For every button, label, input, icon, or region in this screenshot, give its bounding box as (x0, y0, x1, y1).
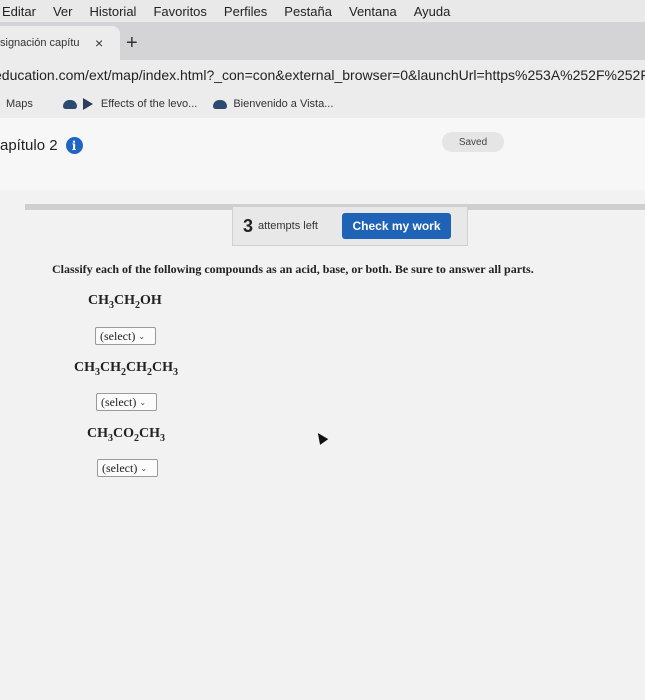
bookmark-vista[interactable]: Bienvenido a Vista... (213, 98, 333, 110)
compound-1: CH3CH2OH (88, 293, 162, 311)
compound-2-select[interactable]: (select) ⌄ (96, 393, 157, 411)
select-value: (select) (100, 328, 136, 343)
bookmarks-bar: Maps Effects of the levo... Bienvenido a… (0, 90, 645, 119)
tab-title: signación capítu (0, 37, 80, 49)
menu-historial[interactable]: Historial (89, 4, 136, 19)
chevron-down-icon: ⌄ (140, 463, 148, 473)
saved-badge: Saved (442, 132, 504, 152)
compound-3: CH3CO2CH3 (87, 426, 165, 444)
play-icon (82, 98, 93, 110)
compound-1-select[interactable]: (select) ⌄ (95, 327, 156, 345)
address-bar[interactable]: education.com/ext/map/index.html?_con=co… (0, 60, 645, 90)
bookmark-maps[interactable]: Maps (6, 98, 33, 110)
page-header: apítulo 2 i Saved (0, 118, 645, 190)
bookmark-label: Maps (6, 98, 33, 110)
new-tab-icon[interactable]: + (126, 32, 138, 55)
bookmark-effects[interactable]: Effects of the levo... (62, 98, 198, 110)
compound-2: CH3CH2CH2CH3 (74, 360, 178, 378)
bookmark-label: Bienvenido a Vista... (233, 98, 334, 110)
question-area: 3 attempts left Check my work Classify e… (0, 190, 645, 700)
select-value: (select) (101, 394, 137, 409)
close-icon[interactable]: × (95, 35, 103, 51)
menu-perfiles[interactable]: Perfiles (224, 4, 267, 19)
menu-favoritos[interactable]: Favoritos (153, 4, 206, 19)
chapter-label: apítulo 2 (0, 137, 58, 154)
attempts-count: 3 (243, 215, 254, 236)
cloud-icon (213, 99, 228, 109)
chevron-down-icon: ⌄ (138, 331, 146, 341)
menu-ver[interactable]: Ver (53, 4, 73, 19)
info-icon[interactable]: i (65, 137, 83, 154)
question-text: Classify each of the following compounds… (52, 262, 534, 276)
tab-strip: signación capítu × + (0, 22, 645, 60)
menu-ayuda[interactable]: Ayuda (414, 4, 451, 19)
chevron-down-icon: ⌄ (139, 397, 147, 407)
bookmark-label: Effects of the levo... (100, 98, 198, 110)
menu-bar: Editar Ver Historial Favoritos Perfiles … (0, 0, 645, 22)
check-my-work-button[interactable]: Check my work (342, 213, 451, 239)
attempts-panel: 3 attempts left Check my work (232, 206, 468, 246)
menu-ventana[interactable]: Ventana (349, 4, 397, 19)
compound-3-select[interactable]: (select) ⌄ (97, 459, 158, 477)
attempts-label: attempts left (258, 220, 318, 232)
url-text[interactable]: education.com/ext/map/index.html?_con=co… (0, 67, 645, 83)
tab-assignment[interactable]: signación capítu × (0, 26, 120, 60)
menu-editar[interactable]: Editar (2, 4, 36, 19)
cloud-icon (62, 99, 77, 109)
menu-pestana[interactable]: Pestaña (284, 4, 332, 19)
select-value: (select) (102, 460, 138, 475)
chapter-title: apítulo 2 i (0, 137, 83, 154)
browser-window: Editar Ver Historial Favoritos Perfiles … (0, 0, 645, 700)
